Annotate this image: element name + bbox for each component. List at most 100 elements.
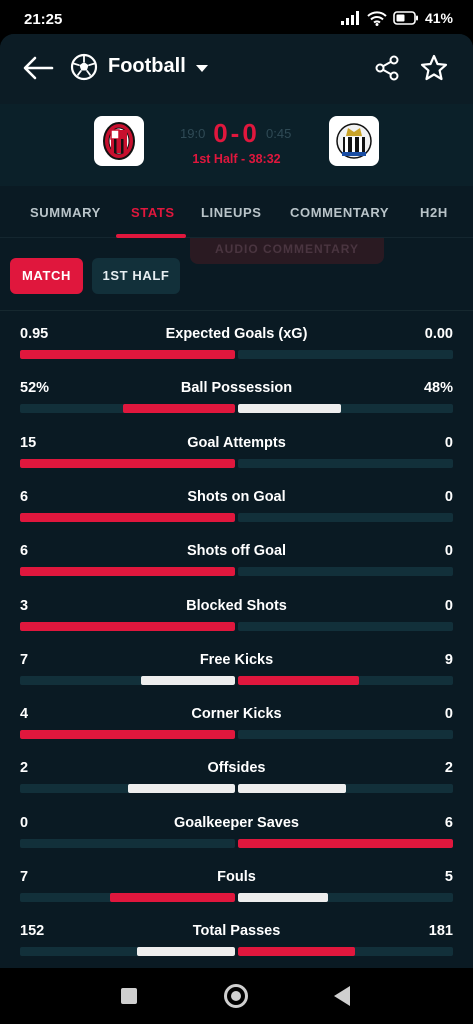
stat-away-value: 0 — [444, 597, 453, 614]
home-bar-fill — [123, 404, 235, 414]
stat-name: Goalkeeper Saves — [174, 814, 299, 831]
stat-name: Shots off Goal — [186, 543, 287, 560]
tab-commentary[interactable]: COMMENTARY — [290, 205, 389, 220]
system-nav-bar — [0, 968, 473, 1024]
away-bar-fill — [238, 784, 346, 794]
back-icon[interactable] — [334, 986, 350, 1006]
away-bar-track — [238, 350, 453, 359]
match-screen: Football 19:0 0-0 0:45 1st Half - 38:32 … — [0, 34, 473, 968]
star-icon[interactable] — [419, 53, 449, 83]
stat-name: Blocked Shots — [186, 597, 287, 614]
share-icon[interactable] — [373, 54, 401, 82]
stat-away-value: 0 — [444, 434, 453, 451]
away-bar-track — [238, 567, 453, 577]
stat-row: 15 Goal Attempts 0 — [0, 425, 473, 479]
stat-row: 7 Fouls 5 — [0, 859, 473, 913]
home-bar-fill — [140, 675, 235, 685]
away-score: 0 — [242, 118, 260, 148]
stat-name: Ball Possession — [180, 380, 293, 397]
home-bar-track — [20, 512, 235, 522]
stat-name: Offsides — [207, 760, 266, 777]
sport-title[interactable]: Football — [108, 55, 186, 78]
divider — [0, 310, 473, 311]
away-bar-track — [238, 784, 453, 794]
status-time: 21:25 — [24, 11, 63, 28]
stat-away-value: 0 — [444, 543, 453, 560]
home-bar-fill — [127, 784, 235, 794]
home-bar-fill — [20, 730, 235, 740]
home-bar-track — [20, 458, 235, 468]
stat-row: 4 Corner Kicks 0 — [0, 696, 473, 750]
recents-icon[interactable] — [121, 988, 137, 1004]
stat-away-value: 0 — [444, 706, 453, 723]
stat-row: 6 Shots off Goal 0 — [0, 533, 473, 587]
tab-lineups[interactable]: LINEUPS — [201, 205, 262, 220]
chevron-down-icon[interactable] — [194, 62, 210, 74]
stat-row: 2 Offsides 2 — [0, 750, 473, 804]
away-bar-track — [238, 458, 453, 468]
stat-name: Shots on Goal — [187, 488, 286, 505]
home-bar-track — [20, 567, 235, 577]
active-tab-indicator — [116, 234, 186, 238]
stat-away-value: 181 — [428, 923, 453, 940]
stat-away-value: 5 — [444, 869, 453, 885]
away-bar-track — [238, 512, 453, 522]
home-bar-fill — [20, 458, 235, 468]
signal-icon — [340, 11, 359, 25]
stat-row: 52% Ball Possession 48% — [0, 370, 473, 424]
away-bar-fill — [238, 947, 355, 957]
home-bar-track — [20, 784, 235, 794]
stat-away-value: 9 — [444, 651, 453, 668]
away-bar-fill — [238, 404, 342, 414]
home-bar-track — [20, 893, 235, 902]
stat-away-value: 6 — [444, 814, 453, 831]
stat-away-value: 0.00 — [424, 326, 453, 342]
home-bar-fill — [20, 621, 235, 631]
away-bar-track — [238, 730, 453, 740]
stat-name: Expected Goals (xG) — [165, 326, 308, 342]
stat-row: 3 Blocked Shots 0 — [0, 588, 473, 642]
score: 0-0 — [0, 118, 473, 149]
away-bar-fill — [238, 838, 453, 848]
ghost-time-right: 0:45 — [266, 126, 292, 141]
away-bar-track — [238, 404, 453, 414]
audio-commentary-banner: AUDIO COMMENTARY — [190, 238, 384, 264]
away-team-logo[interactable] — [329, 116, 379, 166]
tab-stats[interactable]: STATS — [131, 205, 175, 220]
away-bar-fill — [238, 675, 359, 685]
home-icon[interactable] — [224, 984, 248, 1008]
stat-row: 152 Total Passes 181 — [0, 913, 473, 967]
away-bar-track — [238, 838, 453, 848]
stat-row: 0 Goalkeeper Saves 6 — [0, 805, 473, 859]
score-separator: - — [230, 118, 243, 148]
away-bar-track — [238, 675, 453, 685]
away-bar-track — [238, 621, 453, 631]
home-bar-track — [20, 350, 235, 359]
battery-icon — [393, 11, 418, 25]
battery-level: 41% — [424, 10, 453, 26]
stat-name: Corner Kicks — [191, 706, 282, 723]
stat-row: 7 Free Kicks 9 — [0, 642, 473, 696]
home-bar-track — [20, 947, 235, 957]
stat-name: Total Passes — [192, 923, 281, 940]
status-icons: 41% — [340, 10, 453, 26]
home-bar-track — [20, 730, 235, 740]
away-bar-track — [238, 947, 453, 957]
stat-away-value: 48% — [423, 380, 453, 397]
match-status: 1st Half - 38:32 — [192, 152, 281, 166]
home-bar-track — [20, 838, 235, 848]
home-score: 0 — [213, 118, 231, 148]
app-header: Football — [0, 34, 473, 104]
back-arrow-icon[interactable] — [20, 52, 56, 84]
home-bar-track — [20, 675, 235, 685]
wifi-icon — [367, 10, 387, 26]
away-bar-fill — [238, 893, 328, 902]
scoreboard: 19:0 0-0 0:45 1st Half - 38:32 — [0, 104, 473, 186]
filter-match-button[interactable]: MATCH — [10, 258, 83, 294]
stat-row: 6 Shots on Goal 0 — [0, 479, 473, 533]
tab-summary[interactable]: SUMMARY — [30, 205, 101, 220]
away-crest-icon — [336, 123, 372, 159]
home-bar-fill — [20, 350, 235, 359]
tab-h2h[interactable]: H2H — [420, 205, 448, 220]
filter-first-half-button[interactable]: 1ST HALF — [92, 258, 180, 294]
